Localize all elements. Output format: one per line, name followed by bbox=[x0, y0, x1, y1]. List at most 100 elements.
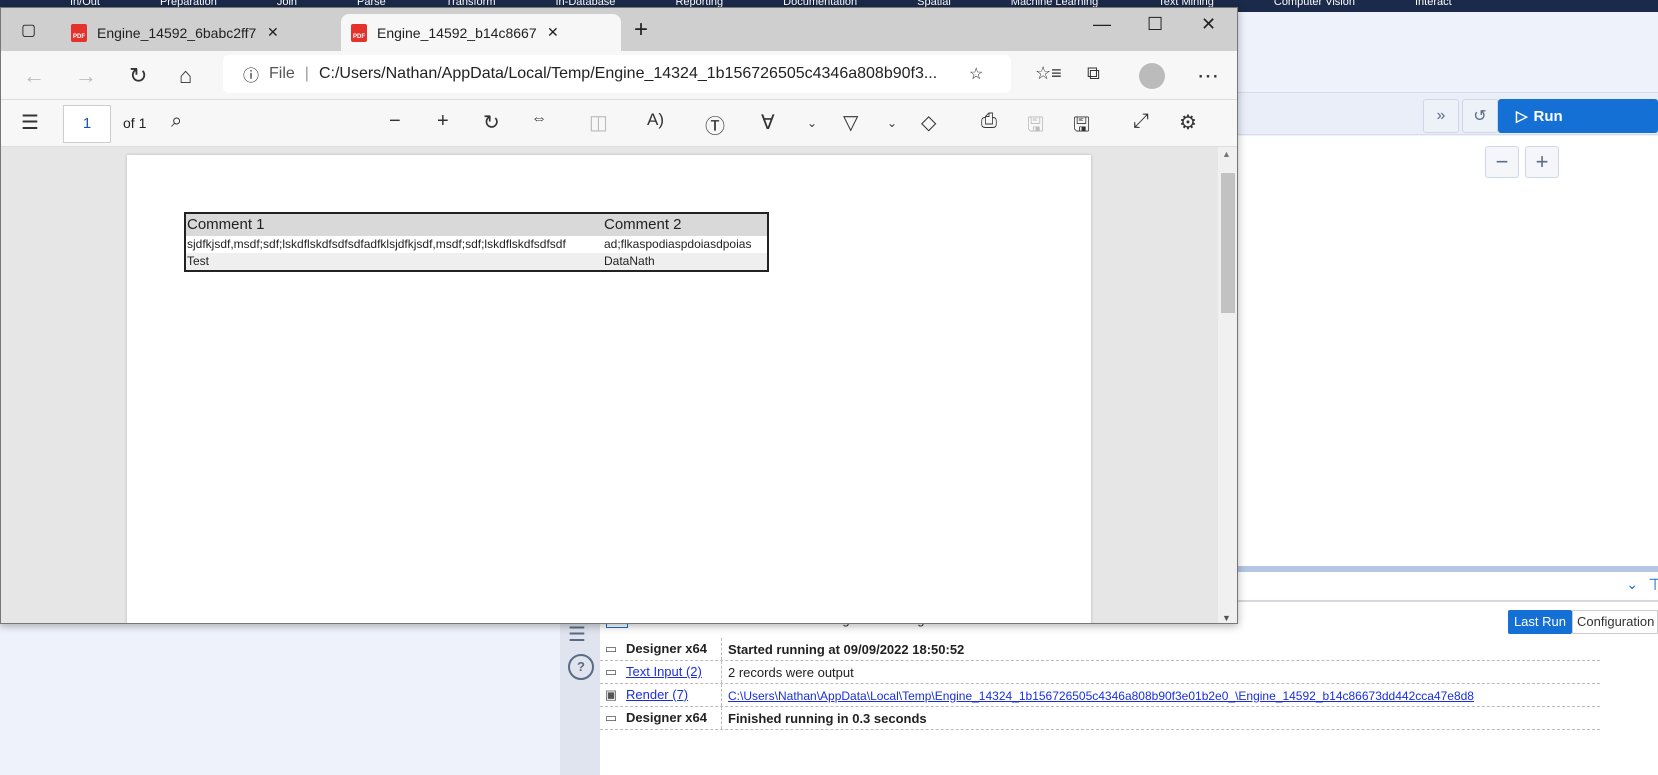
close-window-button[interactable]: ✕ bbox=[1201, 14, 1216, 35]
workflow-canvas[interactable]: − + bbox=[1237, 136, 1658, 566]
help-icon[interactable]: ? bbox=[568, 654, 594, 680]
print-icon[interactable]: ⎙ bbox=[981, 110, 997, 133]
save-file-icon: ▣ bbox=[604, 687, 618, 702]
message-icon: ▭ bbox=[604, 710, 618, 725]
file-link[interactable]: C:\Users\Nathan\AppData\Local\Temp\Engin… bbox=[728, 689, 1474, 703]
tab-strip: ▢ PDF Engine_14592_6babc2ff7b3243ca ✕ PDF E… bbox=[1, 8, 1237, 51]
browser-tab-active[interactable]: PDF Engine_14592_b14c86673dd442c ✕ bbox=[341, 14, 621, 51]
tab-title: Engine_14592_b14c86673dd442c bbox=[377, 24, 537, 41]
add-favorite-icon[interactable]: ☆ bbox=[969, 64, 983, 84]
table-row: ▭ Designer x64 Started running at 09/09/20… bbox=[600, 638, 1600, 661]
zoom-in-button[interactable]: + bbox=[1525, 146, 1559, 178]
close-tab-icon[interactable]: ✕ bbox=[547, 24, 559, 41]
pin-icon[interactable]: ⊤ bbox=[1648, 575, 1658, 595]
column-header: Comment 2 bbox=[604, 216, 682, 233]
url-text: C:/Users/Nathan/AppData/Local/Temp/Engin… bbox=[318, 65, 938, 82]
save-icon[interactable]: 🖫 bbox=[1027, 110, 1044, 144]
scrollbar-thumb[interactable] bbox=[1221, 173, 1235, 313]
fullscreen-icon[interactable]: ⤢ bbox=[1133, 110, 1149, 133]
pdf-page: Comment 1 Comment 2 sjdfkjsdf,msdf;sdf;ls… bbox=[127, 155, 1091, 623]
chevron-down-icon[interactable]: ⌄ bbox=[1626, 576, 1638, 593]
collections-icon[interactable]: ⧉ bbox=[1087, 63, 1100, 84]
text-box-icon[interactable]: Ⓣ bbox=[705, 110, 725, 139]
tool-link[interactable]: Text Input (2) bbox=[626, 664, 702, 679]
new-tab-button[interactable]: + bbox=[634, 16, 648, 44]
refresh-button[interactable]: ↻ bbox=[129, 63, 147, 89]
results-header: ⌄ ⊤ bbox=[1237, 572, 1658, 602]
message-text: Started running at 09/09/2022 18:50:52 bbox=[728, 641, 965, 657]
pdf-toolbar: ☰ 1 of 1 ⌕ − + ↻ ⇔ ◫ A) Ⓣ ∀ ⌄ ▽ ⌄ ◇ ⎙ 🖫 … bbox=[1, 99, 1237, 147]
read-aloud-icon[interactable]: A) bbox=[647, 110, 664, 130]
minimize-button[interactable]: — bbox=[1093, 14, 1111, 35]
message-source: Designer x64 bbox=[622, 638, 722, 660]
designer-toolbar: » ↺ ▷ Run bbox=[1237, 92, 1658, 135]
table-row: ▣ Render (7) C:\Users\Nathan\AppData\Local… bbox=[600, 684, 1600, 707]
message-icon: ▭ bbox=[604, 641, 618, 656]
vertical-scrollbar[interactable]: ▲ ▼ bbox=[1218, 147, 1237, 623]
table-row: ▭ Designer x64 Finished running in 0.3 sec… bbox=[600, 707, 1600, 730]
address-input[interactable]: ⓘ File | C:/Users/Nathan/AppData/Local/T… bbox=[223, 55, 1011, 93]
message-text: 2 records were output bbox=[728, 664, 854, 680]
play-icon: ▷ bbox=[1516, 108, 1528, 125]
table-row: ▭ Text Input (2) 2 records were output bbox=[600, 661, 1600, 684]
save-as-icon[interactable]: 🖫 bbox=[1073, 110, 1090, 144]
scheme-label: File bbox=[269, 65, 295, 82]
profile-avatar[interactable] bbox=[1139, 63, 1165, 89]
results-panel: ☰ ? All 0 Errors 0 Conv Errors 0 Warning… bbox=[560, 602, 1658, 775]
eraser-icon[interactable]: ◇ bbox=[921, 110, 936, 135]
zoom-out-icon[interactable]: − bbox=[389, 110, 401, 133]
tab-title: Engine_14592_6babc2ff7b3243ca bbox=[97, 24, 257, 41]
rotate-icon[interactable]: ↻ bbox=[483, 110, 500, 135]
run-label: Run bbox=[1533, 107, 1563, 125]
tool-link[interactable]: Render (7) bbox=[626, 687, 688, 702]
contents-icon[interactable]: ☰ bbox=[21, 110, 39, 135]
close-tab-icon[interactable]: ✕ bbox=[267, 24, 279, 41]
table-row: sjdfkjsdf,msdf;sdf;lskdflskdfsdfsdfadfkl… bbox=[186, 236, 767, 253]
chevron-down-icon[interactable]: ⌄ bbox=[887, 116, 897, 130]
table-cell: Test bbox=[187, 254, 210, 268]
message-text: Finished running in 0.3 seconds bbox=[728, 710, 927, 726]
search-icon[interactable]: ⌕ bbox=[171, 110, 182, 133]
results-sidebar: ☰ ? bbox=[560, 602, 600, 775]
palette-tab[interactable]: Interact bbox=[1415, 0, 1452, 12]
expand-button[interactable]: » bbox=[1423, 99, 1459, 133]
messages-icon[interactable]: ☰ bbox=[568, 622, 586, 647]
favorites-icon[interactable]: ☆≡ bbox=[1035, 63, 1062, 84]
back-button[interactable]: ← bbox=[23, 63, 45, 89]
pdf-viewer[interactable]: Comment 1 Comment 2 sjdfkjsdf,msdf;sdf;ls… bbox=[1, 147, 1219, 623]
draw-icon[interactable]: ∀ bbox=[761, 110, 775, 135]
run-button[interactable]: ▷ Run bbox=[1498, 99, 1658, 133]
home-button[interactable]: ⌂ bbox=[179, 63, 192, 89]
palette-tab[interactable]: Computer Vision bbox=[1274, 0, 1355, 12]
browser-tab[interactable]: PDF Engine_14592_6babc2ff7b3243ca ✕ bbox=[61, 14, 289, 51]
scroll-up-icon[interactable]: ▲ bbox=[1222, 149, 1231, 159]
page-number-input[interactable]: 1 bbox=[63, 105, 111, 143]
double-chevron-icon: » bbox=[1436, 107, 1446, 124]
highlight-icon[interactable]: ▽ bbox=[843, 110, 858, 135]
history-icon: ↺ bbox=[1473, 108, 1487, 125]
zoom-out-button[interactable]: − bbox=[1485, 146, 1519, 178]
settings-icon[interactable]: ⚙ bbox=[1179, 110, 1197, 135]
last-run-tab[interactable]: Last Run bbox=[1507, 610, 1572, 634]
table-cell: DataNath bbox=[604, 254, 655, 268]
scroll-down-icon[interactable]: ▼ bbox=[1222, 613, 1231, 623]
pdf-icon: PDF bbox=[351, 23, 367, 42]
history-button[interactable]: ↺ bbox=[1462, 99, 1498, 133]
edge-browser-window: ▢ PDF Engine_14592_6babc2ff7b3243ca ✕ PDF E… bbox=[0, 7, 1238, 624]
message-source: Designer x64 bbox=[622, 707, 722, 729]
forward-button[interactable]: → bbox=[75, 63, 97, 89]
column-header: Comment 1 bbox=[187, 216, 265, 233]
zoom-in-icon[interactable]: + bbox=[437, 110, 449, 133]
messages-table: ▭ Designer x64 Started running at 09/09/20… bbox=[600, 638, 1600, 730]
maximize-button[interactable]: ☐ bbox=[1147, 14, 1163, 35]
configuration-tab[interactable]: Configuration bbox=[1572, 610, 1658, 634]
more-menu-icon[interactable]: ⋯ bbox=[1197, 63, 1219, 89]
pdf-icon: PDF bbox=[71, 23, 87, 42]
page-view-icon[interactable]: ◫ bbox=[589, 110, 608, 135]
tab-actions-icon[interactable]: ▢ bbox=[21, 20, 36, 40]
fit-width-icon[interactable]: ⇔ bbox=[531, 110, 547, 128]
chevron-down-icon[interactable]: ⌄ bbox=[807, 116, 817, 130]
info-icon[interactable]: ⓘ bbox=[243, 62, 259, 86]
pdf-table: Comment 1 Comment 2 sjdfkjsdf,msdf;sdf;ls… bbox=[184, 212, 769, 272]
table-cell: sjdfkjsdf,msdf;sdf;lskdflskdfsdfsdfadfkl… bbox=[187, 237, 566, 251]
